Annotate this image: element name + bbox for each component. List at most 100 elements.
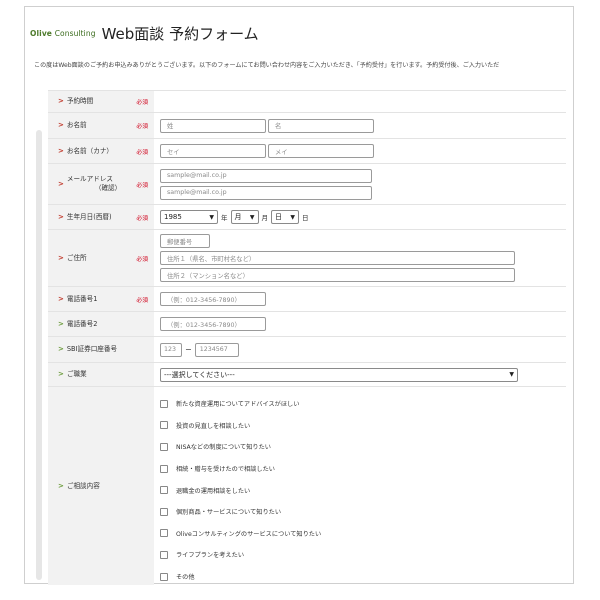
page-title: Web面談 予約フォーム [101, 25, 259, 43]
row-email: > メールアドレス （確認） 必須 sample@mail.co.jp sampl… [48, 164, 566, 205]
checkbox[interactable] [160, 572, 168, 581]
checkbox-label: ライフプランを考えたい [176, 552, 245, 560]
reservation-form: > 予約時間 必須 > お名前 必須 姓 名 > お名前（カナ） 必須 セイ メ… [48, 90, 566, 585]
row-name: > お名前 必須 姓 名 [48, 113, 566, 139]
row-reservation-time: > 予約時間 必須 [48, 90, 566, 113]
intro-text: この度はWeb面談のご予約お申込みありがとうございます。以下のフォームにてお問い… [34, 62, 500, 69]
day-unit: 日 [302, 214, 309, 222]
field-label: ご職業 [66, 370, 87, 379]
required-badge: 必須 [136, 297, 148, 304]
chevron-down-icon: ▼ [209, 213, 214, 221]
birth-month-select[interactable]: 月 ▼ [230, 210, 259, 224]
arrow-icon: > [58, 212, 64, 221]
consultation-option[interactable]: 新たな資産運用についてアドバイスがほしい [160, 393, 560, 415]
field-label: 予約時間 [66, 97, 94, 106]
phone1-input[interactable]: （例：012-3456-7890） [160, 292, 266, 306]
arrow-icon: > [58, 121, 64, 129]
consultation-option[interactable]: その他 [160, 566, 560, 588]
separator: − [185, 345, 192, 354]
checkbox[interactable] [160, 486, 168, 495]
field-label: 生年月日(西暦) [66, 212, 112, 221]
row-occupation: > ご職業 ---選択してください--- ▼ [48, 363, 566, 387]
field-label: ご住所 [66, 253, 87, 262]
checkbox-label: 投資の見直しを相談したい [176, 422, 251, 430]
month-unit: 月 [261, 214, 269, 222]
arrow-icon: > [58, 319, 64, 328]
checkbox[interactable] [160, 464, 168, 473]
reservation-time-slot[interactable] [154, 91, 566, 112]
checkbox-label: 個別商品・サービスについて知りたい [176, 509, 282, 517]
consultation-options: 新たな資産運用についてアドバイスがほしい 投資の見直しを相談したい NISAなどの制… [160, 391, 560, 589]
checkbox-label: 相続・贈与を受けたので相談したい [176, 466, 275, 474]
last-name-kana-input[interactable]: セイ [160, 144, 266, 158]
sbi-account-input[interactable]: 1234567 [194, 342, 239, 357]
required-badge: 必須 [136, 100, 148, 106]
arrow-icon: > [58, 97, 64, 105]
checkbox-label: Oliveコンサルティングのサービスについて知りたい [176, 530, 322, 538]
arrow-icon: > [58, 481, 64, 490]
consultation-option[interactable]: ライフプランを考えたい [160, 544, 560, 566]
consultation-option[interactable]: 退職金の運用相談をしたい [160, 479, 560, 501]
row-phone2: > 電話番号2 （例：012-3456-7890） [48, 312, 566, 337]
checkbox-label: 新たな資産運用についてアドバイスがほしい [176, 401, 300, 409]
address2-input[interactable]: 住所２（マンション名など） [160, 268, 515, 282]
checkbox[interactable] [160, 421, 168, 430]
phone2-input[interactable]: （例：012-3456-7890） [160, 317, 266, 331]
field-label: 電話番号2 [66, 319, 98, 328]
row-address: > ご住所 必須 郵便番号 住所１（県名、市町村名など） 住所２（マンション名な… [48, 230, 566, 287]
email-input[interactable]: sample@mail.co.jp [160, 168, 372, 183]
field-label: 電話番号1 [66, 294, 98, 303]
row-name-kana: > お名前（カナ） 必須 セイ メイ [48, 139, 566, 164]
last-name-input[interactable]: 姓 [160, 118, 266, 133]
row-phone1: > 電話番号1 必須 （例：012-3456-7890） [48, 287, 566, 312]
arrow-icon: > [58, 345, 64, 353]
consultation-option[interactable]: 投資の見直しを相談したい [160, 415, 560, 437]
sbi-branch-input[interactable]: 123 [160, 342, 182, 357]
birth-day-select[interactable]: 日 ▼ [271, 210, 299, 224]
occupation-select[interactable]: ---選択してください--- ▼ [160, 367, 518, 382]
consultation-option[interactable]: 相続・贈与を受けたので相談したい [160, 458, 560, 480]
consultation-option[interactable]: NISAなどの制度について知りたい [160, 436, 560, 458]
arrow-icon: > [58, 179, 64, 188]
checkbox[interactable] [160, 507, 168, 516]
row-birthdate: > 生年月日(西暦) 必須 1985 ▼ 年 月 ▼ 月 日 ▼ 日 [48, 205, 566, 230]
confirm-label: （確認） [94, 184, 122, 192]
scrollbar-track[interactable] [36, 130, 42, 580]
row-sbi-account: > SBI証券口座番号 123 − 1234567 [48, 337, 566, 363]
arrow-icon: > [58, 146, 64, 155]
zip-code-input[interactable]: 郵便番号 [160, 234, 210, 248]
required-badge: 必須 [136, 256, 148, 263]
consultation-option[interactable]: Oliveコンサルティングのサービスについて知りたい [160, 523, 560, 545]
required-badge: 必須 [136, 149, 148, 156]
field-label: お名前 [66, 121, 87, 130]
arrow-icon: > [58, 370, 64, 378]
first-name-kana-input[interactable]: メイ [268, 144, 374, 158]
consultation-option[interactable]: 個別商品・サービスについて知りたい [160, 501, 560, 523]
required-badge: 必須 [136, 215, 148, 222]
checkbox[interactable] [160, 399, 168, 408]
checkbox-label: その他 [176, 574, 195, 582]
arrow-icon: > [58, 294, 64, 303]
arrow-icon: > [58, 253, 64, 262]
checkbox[interactable] [160, 550, 168, 559]
first-name-input[interactable]: 名 [268, 118, 374, 133]
birth-year-select[interactable]: 1985 ▼ [160, 210, 218, 224]
chevron-down-icon: ▼ [249, 213, 255, 221]
checkbox-label: NISAなどの制度について知りたい [176, 444, 271, 452]
chevron-down-icon: ▼ [509, 371, 514, 378]
field-label: お名前（カナ） [66, 146, 114, 155]
checkbox[interactable] [160, 529, 168, 538]
address1-input[interactable]: 住所１（県名、市町村名など） [160, 251, 515, 265]
required-badge: 必須 [136, 182, 148, 189]
chevron-down-icon: ▼ [290, 213, 295, 221]
field-label: メールアドレス [66, 175, 114, 184]
row-consultation: > ご相談内容 新たな資産運用についてアドバイスがほしい 投資の見直しを相談したい… [48, 387, 566, 585]
brand-logo[interactable]: Olive Consulting [30, 29, 96, 38]
field-label: SBI証券口座番号 [66, 345, 118, 354]
email-confirm-input[interactable]: sample@mail.co.jp [160, 185, 372, 200]
required-badge: 必須 [136, 124, 148, 130]
year-unit: 年 [221, 214, 228, 222]
checkbox[interactable] [160, 442, 168, 451]
field-label: ご相談内容 [66, 481, 100, 490]
header: Olive Consulting Web面談 予約フォーム [30, 12, 259, 42]
